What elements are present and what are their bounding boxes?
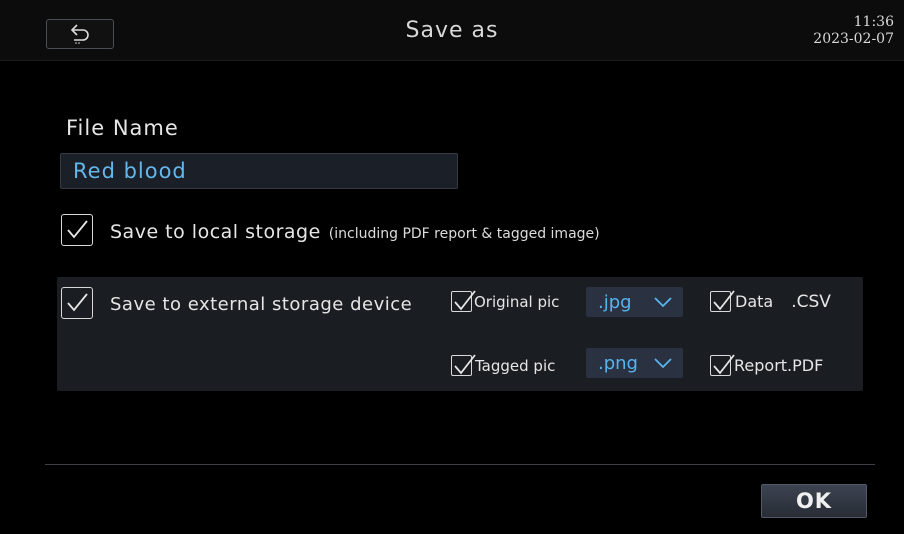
original-pic-format-select[interactable]: .jpg bbox=[586, 287, 683, 317]
clock-time: 11:36 bbox=[853, 14, 894, 30]
local-storage-checkbox[interactable] bbox=[61, 214, 93, 246]
report-label: Report.PDF bbox=[734, 356, 824, 375]
data-checkbox[interactable] bbox=[710, 290, 735, 312]
checkmark-icon bbox=[713, 290, 735, 311]
tagged-pic-label: Tagged pic bbox=[475, 356, 556, 375]
checkmark-icon bbox=[67, 220, 88, 239]
external-storage-checkbox[interactable] bbox=[61, 287, 93, 319]
data-label: Data bbox=[735, 292, 774, 311]
original-pic-option[interactable]: Original pic bbox=[451, 290, 560, 312]
checkmark-icon bbox=[713, 354, 735, 375]
chevron-down-icon bbox=[654, 297, 672, 308]
data-option[interactable]: Data .CSV bbox=[710, 290, 831, 312]
tagged-pic-checkbox[interactable] bbox=[451, 354, 476, 376]
original-pic-checkbox[interactable] bbox=[451, 290, 476, 312]
tagged-pic-format-value: .png bbox=[598, 352, 638, 374]
original-pic-format-value: .jpg bbox=[598, 291, 632, 313]
file-name-input[interactable] bbox=[60, 153, 458, 189]
local-storage-note: (including PDF report & tagged image) bbox=[328, 226, 600, 242]
tagged-pic-format-select[interactable]: .png bbox=[586, 348, 683, 378]
checkmark-icon bbox=[67, 293, 88, 312]
clock: 11:36 2023-02-07 bbox=[813, 14, 894, 48]
file-name-label: File Name bbox=[66, 116, 179, 140]
local-storage-label: Save to local storage (including PDF repo… bbox=[110, 221, 600, 243]
clock-date: 2023-02-07 bbox=[813, 31, 894, 47]
checkmark-icon bbox=[454, 290, 476, 311]
data-suffix: .CSV bbox=[791, 291, 831, 312]
ok-button[interactable]: OK bbox=[761, 484, 867, 518]
footer-divider bbox=[45, 464, 875, 465]
report-option[interactable]: Report.PDF bbox=[710, 354, 824, 376]
tagged-pic-option[interactable]: Tagged pic bbox=[451, 354, 556, 376]
external-storage-label: Save to external storage device bbox=[110, 294, 413, 315]
checkmark-icon bbox=[454, 354, 476, 375]
chevron-down-icon bbox=[654, 358, 672, 369]
local-storage-text: Save to local storage bbox=[110, 221, 321, 243]
title-bar: Save as 11:36 2023-02-07 bbox=[0, 0, 904, 61]
report-checkbox[interactable] bbox=[710, 354, 735, 376]
original-pic-label: Original pic bbox=[474, 292, 560, 311]
page-title: Save as bbox=[405, 18, 499, 43]
